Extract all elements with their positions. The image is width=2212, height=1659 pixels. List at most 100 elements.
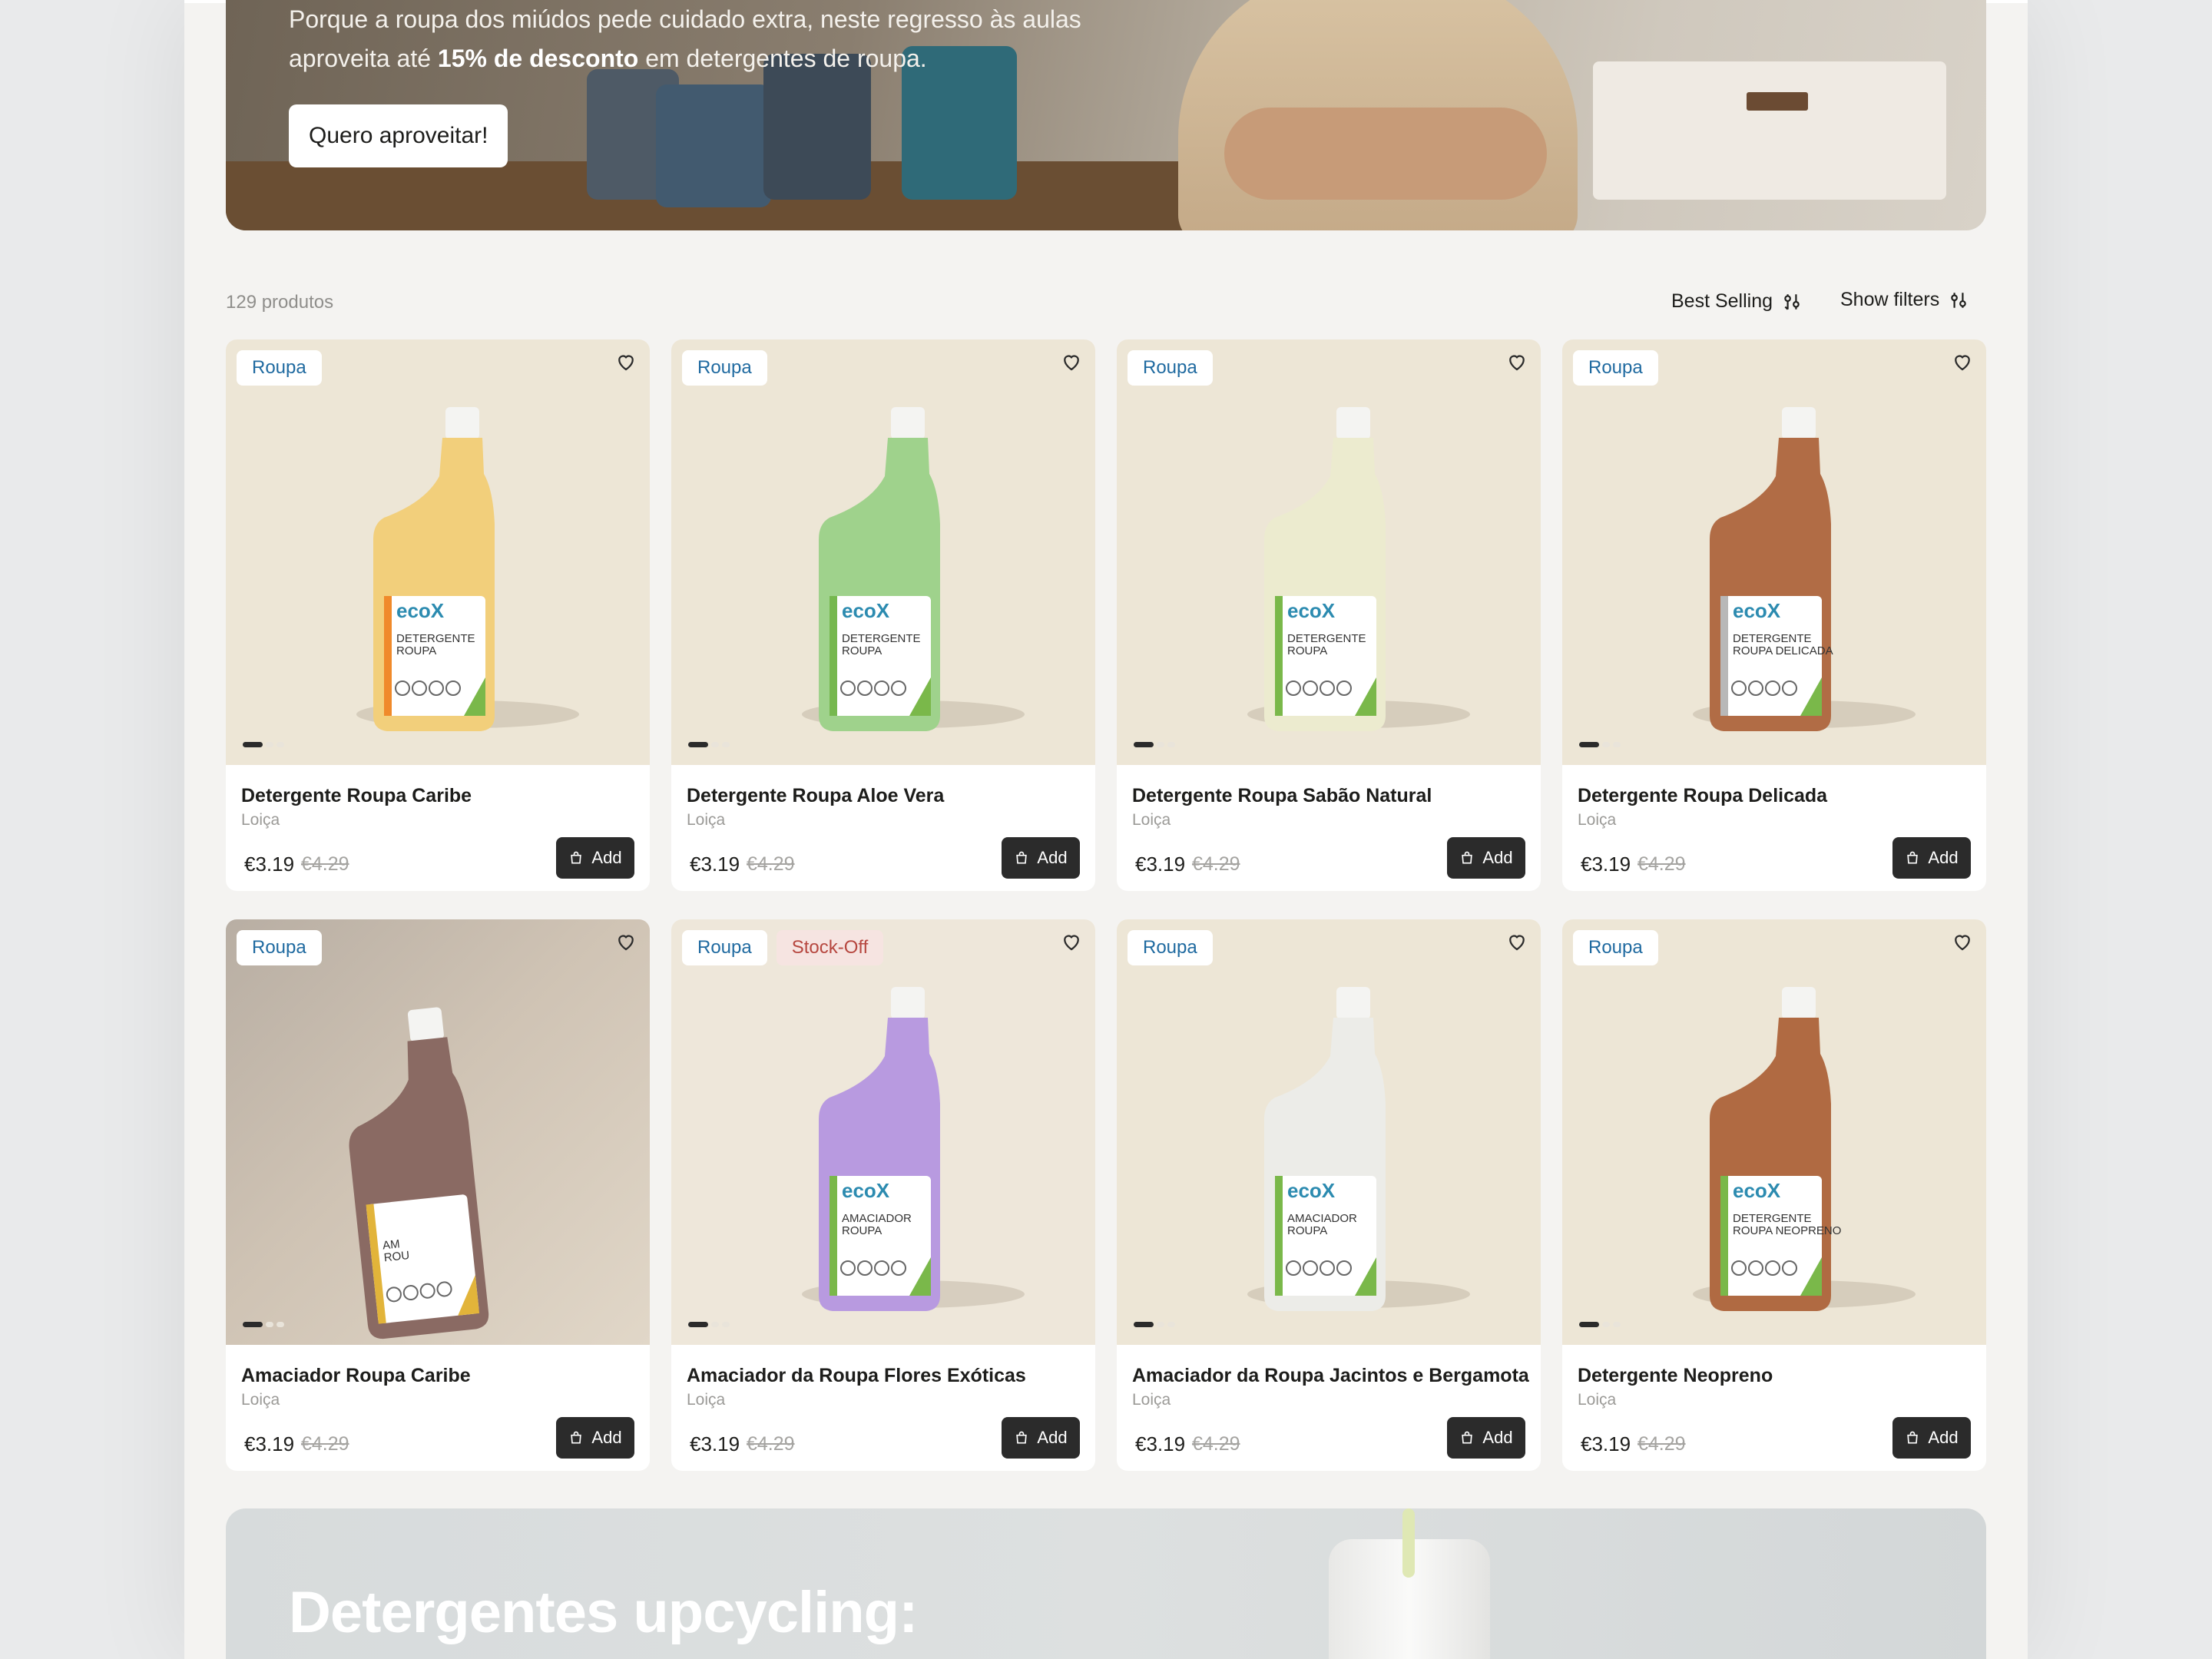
carousel-dot[interactable] — [243, 1322, 263, 1327]
product-card[interactable]: ecoX DETERGENTE ROUPA Roupa Detergente R… — [671, 339, 1095, 891]
category-badge: Roupa — [237, 930, 322, 965]
add-to-cart-button[interactable]: Add — [1447, 837, 1525, 879]
add-label: Add — [591, 1428, 622, 1447]
product-name[interactable]: Detergente Roupa Caribe — [241, 785, 472, 807]
product-name[interactable]: Amaciador da Roupa Jacintos e Bergamota — [1132, 1365, 1529, 1387]
carousel-dot[interactable] — [1579, 1322, 1599, 1327]
product-image[interactable]: ecoX DETERGENTE ROUPA Roupa — [1117, 339, 1541, 765]
add-to-cart-button[interactable]: Add — [556, 837, 634, 879]
carousel-dot[interactable] — [1613, 742, 1621, 747]
image-carousel-dots[interactable] — [688, 742, 730, 747]
carousel-dot[interactable] — [1613, 1322, 1621, 1327]
shopping-bag-icon — [571, 1431, 582, 1444]
hero-cta-button[interactable]: Quero aproveitar! — [289, 104, 508, 167]
hero-description: Porque a roupa dos miúdos pede cuidado e… — [289, 5, 1081, 72]
svg-text:DETERGENTE: DETERGENTE — [396, 632, 475, 645]
carousel-dot[interactable] — [711, 742, 719, 747]
carousel-dot[interactable] — [266, 742, 273, 747]
carousel-dot[interactable] — [1157, 742, 1164, 747]
product-bottle: AM ROU — [349, 1007, 489, 1339]
carousel-dot[interactable] — [688, 742, 708, 747]
product-badges: Roupa — [682, 350, 767, 386]
carousel-dot[interactable] — [1167, 742, 1175, 747]
carousel-dot[interactable] — [276, 1322, 284, 1327]
product-name[interactable]: Detergente Roupa Aloe Vera — [687, 785, 944, 807]
product-image[interactable]: ecoX DETERGENTE ROUPA DELICADA Roupa — [1562, 339, 1986, 765]
carousel-dot[interactable] — [722, 1322, 730, 1327]
category-badge: Roupa — [682, 930, 767, 965]
carousel-dot[interactable] — [1134, 1322, 1154, 1327]
image-carousel-dots[interactable] — [1134, 742, 1175, 747]
product-card[interactable]: AM ROU Roupa Amaciador Roupa Caribe Loiç… — [226, 919, 650, 1471]
product-image[interactable]: ecoX DETERGENTE ROUPA NEOPRENO Roupa — [1562, 919, 1986, 1345]
carousel-dot[interactable] — [1602, 742, 1610, 747]
product-card[interactable]: ecoX AMACIADOR ROUPA Roupa Stock-Off Amac… — [671, 919, 1095, 1471]
image-carousel-dots[interactable] — [1579, 742, 1621, 747]
carousel-dot[interactable] — [266, 1322, 273, 1327]
product-card[interactable]: ecoX AMACIADOR ROUPA Roupa Amaciador da … — [1117, 919, 1541, 1471]
heart-icon[interactable] — [1060, 930, 1083, 953]
add-to-cart-button[interactable]: Add — [1447, 1417, 1525, 1459]
shopping-bag-icon — [1907, 851, 1919, 864]
add-to-cart-button[interactable]: Add — [556, 1417, 634, 1459]
carousel-dot[interactable] — [722, 742, 730, 747]
banner-drip — [1402, 1508, 1415, 1578]
image-carousel-dots[interactable] — [1579, 1322, 1621, 1327]
carousel-dot[interactable] — [688, 1322, 708, 1327]
carousel-dot[interactable] — [711, 1322, 719, 1327]
product-name[interactable]: Amaciador da Roupa Flores Exóticas — [687, 1365, 1026, 1387]
svg-text:ROUPA: ROUPA — [842, 644, 882, 657]
carousel-dot[interactable] — [1157, 1322, 1164, 1327]
carousel-dot[interactable] — [243, 742, 263, 747]
sort-dropdown[interactable]: Best Selling — [1671, 290, 1802, 313]
product-name[interactable]: Detergente Roupa Sabão Natural — [1132, 785, 1432, 807]
carousel-dot[interactable] — [1602, 1322, 1610, 1327]
product-card[interactable]: ecoX DETERGENTE ROUPA Roupa Detergente R… — [226, 339, 650, 891]
add-to-cart-button[interactable]: Add — [1892, 1417, 1971, 1459]
svg-text:ecoX: ecoX — [1287, 1179, 1336, 1202]
carousel-dot[interactable] — [276, 742, 284, 747]
add-to-cart-button[interactable]: Add — [1002, 837, 1080, 879]
add-label: Add — [1928, 1428, 1959, 1447]
heart-icon[interactable] — [614, 350, 637, 373]
sort-label: Best Selling — [1671, 290, 1773, 312]
product-category: Loiça — [687, 1391, 726, 1409]
product-bottle: ecoX DETERGENTE ROUPA — [1264, 407, 1386, 731]
image-carousel-dots[interactable] — [243, 742, 284, 747]
heart-icon[interactable] — [1060, 350, 1083, 373]
heart-icon[interactable] — [1951, 930, 1974, 953]
add-to-cart-button[interactable]: Add — [1002, 1417, 1080, 1459]
product-old-price: €4.29 — [1192, 1433, 1240, 1455]
product-image[interactable]: ecoX DETERGENTE ROUPA Roupa — [226, 339, 650, 765]
show-filters-button[interactable]: Show filters — [1840, 289, 1969, 311]
carousel-dot[interactable] — [1579, 742, 1599, 747]
product-badges: Roupa — [1573, 350, 1658, 386]
product-bottle: ecoX AMACIADOR ROUPA — [1264, 987, 1386, 1311]
image-carousel-dots[interactable] — [1134, 1322, 1175, 1327]
heart-icon[interactable] — [1505, 930, 1528, 953]
heart-icon[interactable] — [1505, 350, 1528, 373]
carousel-dot[interactable] — [1134, 742, 1154, 747]
product-name[interactable]: Detergente Neopreno — [1578, 1365, 1773, 1387]
product-name[interactable]: Amaciador Roupa Caribe — [241, 1365, 471, 1387]
carousel-dot[interactable] — [1167, 1322, 1175, 1327]
product-image[interactable]: AM ROU Roupa — [226, 919, 650, 1345]
heart-icon[interactable] — [614, 930, 637, 953]
banner-title: Detergentes upcycling: — [289, 1580, 918, 1645]
product-card[interactable]: ecoX DETERGENTE ROUPA NEOPRENO Roupa Det… — [1562, 919, 1986, 1471]
heart-icon[interactable] — [1951, 350, 1974, 373]
product-image[interactable]: ecoX AMACIADOR ROUPA Roupa Stock-Off — [671, 919, 1095, 1345]
svg-text:ROUPA DELICADA: ROUPA DELICADA — [1733, 644, 1833, 657]
product-card[interactable]: ecoX DETERGENTE ROUPA DELICADA Roupa Det… — [1562, 339, 1986, 891]
image-carousel-dots[interactable] — [243, 1322, 284, 1327]
product-image[interactable]: ecoX DETERGENTE ROUPA Roupa — [671, 339, 1095, 765]
add-label: Add — [1037, 848, 1068, 867]
shopping-bag-icon — [571, 851, 582, 864]
add-label: Add — [1482, 848, 1513, 867]
image-carousel-dots[interactable] — [688, 1322, 730, 1327]
product-name[interactable]: Detergente Roupa Delicada — [1578, 785, 1827, 807]
product-card[interactable]: ecoX DETERGENTE ROUPA Roupa Detergente R… — [1117, 339, 1541, 891]
add-to-cart-button[interactable]: Add — [1892, 837, 1971, 879]
product-image[interactable]: ecoX AMACIADOR ROUPA Roupa — [1117, 919, 1541, 1345]
product-old-price: €4.29 — [747, 853, 795, 875]
